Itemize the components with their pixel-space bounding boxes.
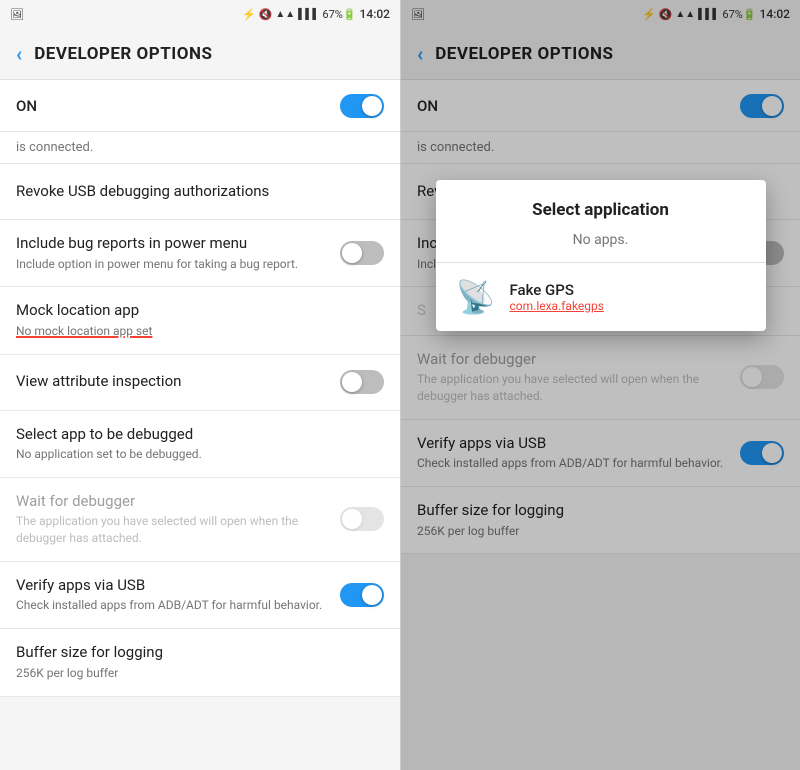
wait-debugger-subtitle: The application you have selected will o… (16, 513, 332, 547)
revoke-usb-content: Revoke USB debugging authorizations (16, 182, 384, 202)
page-title-left: DEVELOPER OPTIONS (34, 44, 212, 64)
battery-text: 67%🔋 (322, 8, 356, 21)
bug-reports-toggle[interactable] (340, 241, 384, 265)
bug-reports-title: Include bug reports in power menu (16, 234, 332, 254)
fake-gps-package: com.lexa.fakegps (510, 299, 746, 313)
toggle-knob (342, 243, 362, 263)
view-attribute-content: View attribute inspection (16, 372, 340, 392)
select-app-title: Select app to be debugged (16, 425, 376, 445)
view-attribute-toggle[interactable] (340, 370, 384, 394)
wait-debugger-content: Wait for debugger The application you ha… (16, 492, 340, 547)
buffer-size-content: Buffer size for logging 256K per log buf… (16, 643, 384, 681)
bluetooth-icon: ⚡ (242, 8, 256, 21)
dialog-no-apps: No apps. (436, 228, 766, 262)
buffer-size-title: Buffer size for logging (16, 643, 376, 663)
status-bar-icons-right: ⚡ 🔇 ▲▲ ▌▌▌ 67%🔋 14:02 (242, 7, 390, 21)
select-application-dialog: Select application No apps. 📡 Fake GPS c… (436, 180, 766, 331)
bug-reports-subtitle: Include option in power menu for taking … (16, 256, 332, 273)
toggle-knob (362, 585, 382, 605)
camera-icon: 🖼 (10, 8, 24, 21)
mute-icon: 🔇 (259, 8, 273, 21)
status-bar-icons-left: 🖼 (10, 8, 24, 21)
content-left: ON is connected. Revoke USB debugging au… (0, 80, 400, 770)
revoke-usb-title: Revoke USB debugging authorizations (16, 182, 376, 202)
connected-text-left: is connected. (0, 132, 400, 164)
select-app-item[interactable]: Select app to be debugged No application… (0, 411, 400, 478)
toggle-knob (342, 509, 362, 529)
mock-location-title: Mock location app (16, 301, 376, 321)
verify-apps-title: Verify apps via USB (16, 576, 332, 596)
bug-reports-content: Include bug reports in power menu Includ… (16, 234, 340, 272)
toggle-knob (342, 372, 362, 392)
fake-gps-item[interactable]: 📡 Fake GPS com.lexa.fakegps (436, 263, 766, 331)
dialog-title: Select application (436, 180, 766, 228)
status-bar-left: 🖼 ⚡ 🔇 ▲▲ ▌▌▌ 67%🔋 14:02 (0, 0, 400, 28)
dialog-overlay[interactable]: Select application No apps. 📡 Fake GPS c… (401, 0, 800, 770)
mock-location-subtitle: No mock location app set (16, 323, 376, 340)
toggle-knob (362, 96, 382, 116)
fake-gps-info: Fake GPS com.lexa.fakegps (510, 281, 746, 313)
buffer-size-subtitle: 256K per log buffer (16, 665, 376, 682)
wait-debugger-title: Wait for debugger (16, 492, 332, 512)
on-toggle-left[interactable] (340, 94, 384, 118)
on-label-left: ON (16, 97, 37, 115)
mock-location-item[interactable]: Mock location app No mock location app s… (0, 287, 400, 354)
revoke-usb-item[interactable]: Revoke USB debugging authorizations (0, 164, 400, 220)
wait-debugger-toggle (340, 507, 384, 531)
select-app-content: Select app to be debugged No application… (16, 425, 384, 463)
verify-apps-content: Verify apps via USB Check installed apps… (16, 576, 340, 614)
mock-location-content: Mock location app No mock location app s… (16, 301, 384, 339)
back-button-left[interactable]: ‹ (16, 42, 22, 66)
view-attribute-title: View attribute inspection (16, 372, 332, 392)
select-app-subtitle: No application set to be debugged. (16, 446, 376, 463)
header-left: ‹ DEVELOPER OPTIONS (0, 28, 400, 80)
verify-apps-subtitle: Check installed apps from ADB/ADT for ha… (16, 597, 332, 614)
time-display: 14:02 (360, 7, 390, 21)
wait-debugger-item: Wait for debugger The application you ha… (0, 478, 400, 562)
verify-apps-toggle[interactable] (340, 583, 384, 607)
right-panel: 🖼 ⚡ 🔇 ▲▲ ▌▌▌ 67%🔋 14:02 ‹ DEVELOPER OPTI… (400, 0, 800, 770)
view-attribute-item[interactable]: View attribute inspection (0, 355, 400, 411)
signal-icon: ▌▌▌ (298, 9, 319, 20)
buffer-size-item[interactable]: Buffer size for logging 256K per log buf… (0, 629, 400, 696)
fake-gps-name: Fake GPS (510, 281, 746, 299)
on-row-left: ON (0, 80, 400, 132)
fake-gps-icon: 📡 (456, 277, 496, 317)
verify-apps-item[interactable]: Verify apps via USB Check installed apps… (0, 562, 400, 629)
bug-reports-item[interactable]: Include bug reports in power menu Includ… (0, 220, 400, 287)
wifi-icon: ▲▲ (275, 9, 295, 20)
left-panel: 🖼 ⚡ 🔇 ▲▲ ▌▌▌ 67%🔋 14:02 ‹ DEVELOPER OPTI… (0, 0, 400, 770)
